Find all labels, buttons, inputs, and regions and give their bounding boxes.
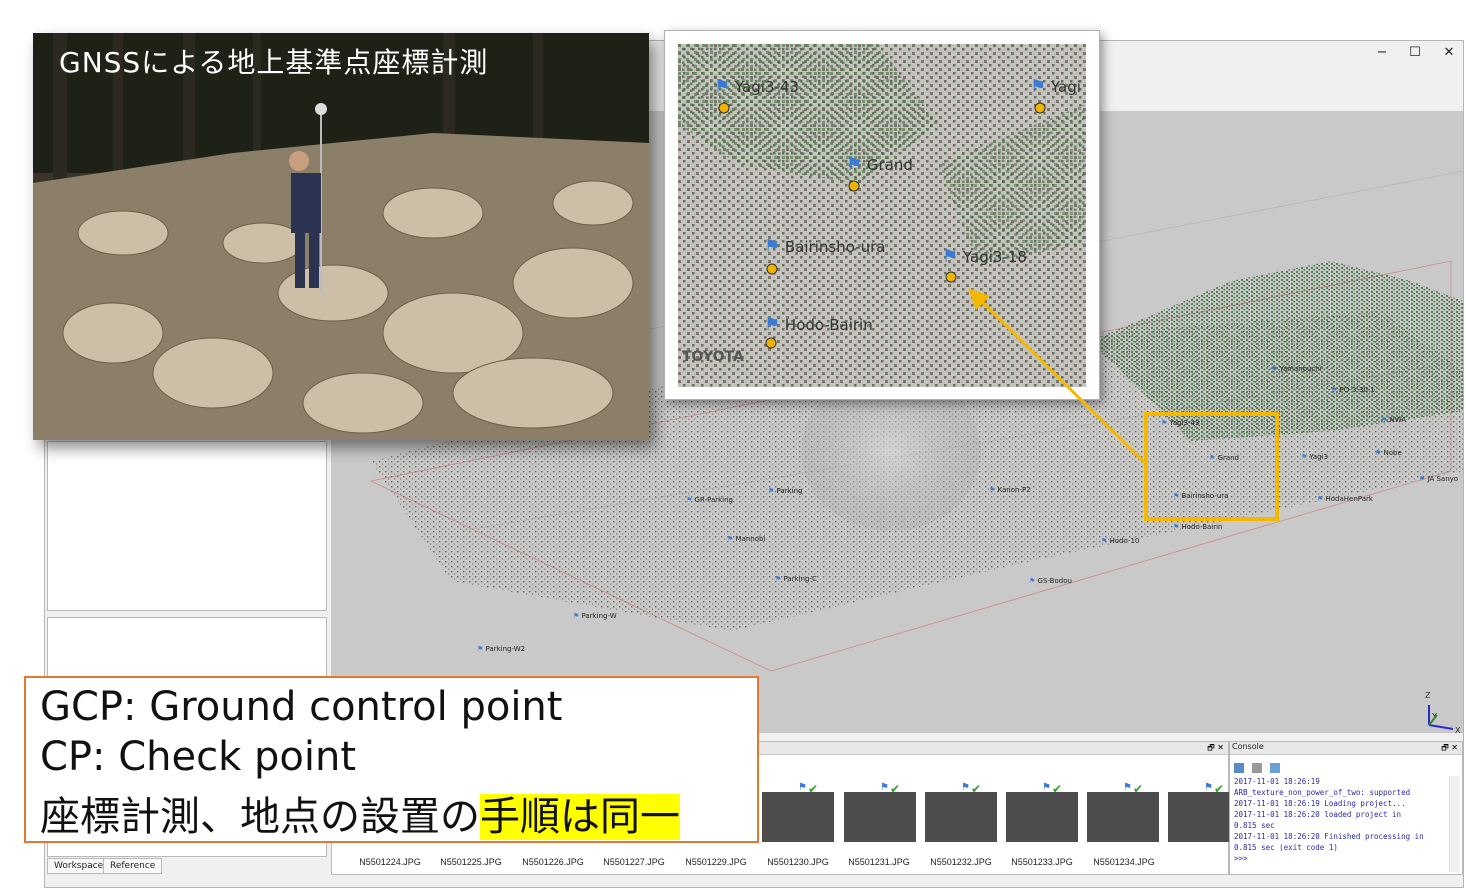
photo-filename[interactable]: N5501224.JPG [350, 857, 430, 867]
check-icon: ✔ [971, 782, 982, 796]
photo-thumbnail[interactable] [844, 792, 916, 842]
flag-icon: ⚑ [573, 612, 580, 620]
console-title: Console [1232, 742, 1264, 751]
flag-icon: ⚑ [775, 575, 782, 583]
photo-thumbnail[interactable] [762, 792, 834, 842]
photo-filename[interactable]: N5501226.JPG [513, 857, 593, 867]
flag-icon: ⚑ [1317, 495, 1324, 503]
cp-definition: CP: Check point [40, 734, 357, 780]
photo-filename[interactable]: N5501229.JPG [676, 857, 756, 867]
console-line: 2017-11-01 18:26:19 [1234, 777, 1320, 786]
flag-icon: ⚑ [1419, 475, 1426, 483]
run-script-icon[interactable] [1270, 763, 1281, 773]
console-controls[interactable]: 🗗 ✕ [1441, 742, 1458, 756]
procedure-note: 座標計測、地点の設置の手順は同一 [40, 784, 680, 842]
flag-icon: ⚑ [961, 782, 970, 793]
console-line: 2017-11-01 18:26:19 Loading project... [1234, 799, 1406, 808]
gcp-marker[interactable]: ⚑ Mannobi [727, 535, 765, 543]
photo-filename[interactable]: N5501233.JPG [1002, 857, 1082, 867]
check-icon: ✔ [1214, 782, 1225, 796]
gcp-marker[interactable]: ⚑ Parking-W [573, 612, 617, 620]
check-icon: ✔ [808, 782, 819, 796]
photo-thumbnail[interactable] [1087, 792, 1159, 842]
flag-icon: ⚑ [768, 487, 775, 495]
workspace-tree-pane[interactable] [47, 441, 327, 611]
zoom-arrow-icon [968, 288, 1148, 466]
gcp-marker[interactable]: ⚑ Hodo-Bairin [1173, 523, 1223, 531]
photo-filename[interactable]: N5501231.JPG [839, 857, 919, 867]
flag-icon: ⚑ [798, 782, 807, 793]
console-line: >>> [1234, 854, 1248, 863]
flag-icon: ⚑ [1381, 416, 1388, 424]
axis-gizmo-icon [1428, 705, 1454, 730]
zoom-watermark: TOYOTA [682, 349, 744, 365]
gcp-marker[interactable]: ⚑ PO-3-30-1 [1331, 386, 1375, 394]
photos-panel-controls[interactable]: 🗗 ✕ [1207, 742, 1224, 756]
gcp-marker[interactable]: ⚑ Nobe [1375, 449, 1402, 457]
console-toolbar [1234, 758, 1284, 773]
gcp-marker[interactable]: ⚑ Parking [768, 487, 802, 495]
console-line: 0.815 sec (exit code 1) [1234, 843, 1338, 852]
console-scrollbar[interactable] [1449, 776, 1460, 872]
tab-reference[interactable]: Reference [103, 858, 163, 874]
flag-icon: ⚑ [686, 496, 693, 504]
gcp-marker[interactable]: ⚑ Yamanouchi [1271, 365, 1322, 373]
console-line: ARB_texture_non_power_of_two: supported [1234, 788, 1411, 797]
flag-icon: ⚑ [989, 486, 996, 494]
close-button[interactable]: ✕ [1434, 43, 1464, 63]
flag-icon: ⚑ [1331, 386, 1338, 394]
maximize-button[interactable]: ☐ [1400, 43, 1430, 63]
minimize-button[interactable]: − [1367, 43, 1397, 63]
flag-icon: ⚑ [1204, 782, 1213, 793]
console-line: 0.815 sec [1234, 821, 1275, 830]
flag-icon: ⚑ [1029, 577, 1036, 585]
flag-icon: ⚑ [477, 645, 484, 653]
console-panel: Console 🗗 ✕ 2017-11-01 18:26:19 ARB_text… [1229, 741, 1463, 875]
tab-workspace[interactable]: Workspace [47, 858, 111, 874]
gcp-definition: GCP: Ground control point [40, 684, 563, 730]
gcp-marker[interactable]: ⚑ Kanon-P2 [989, 486, 1031, 494]
gcp-marker[interactable]: ⚑ Yagi3 [1301, 453, 1328, 461]
photo-thumbnail[interactable] [1006, 792, 1078, 842]
flag-icon: ⚑ [1042, 782, 1051, 793]
photo-filename[interactable]: N5501225.JPG [431, 857, 511, 867]
flag-icon: ⚑ [727, 535, 734, 543]
copy-icon[interactable] [1252, 763, 1263, 773]
gcp-marker[interactable]: ⚑ JA Sanyo [1419, 475, 1458, 483]
save-icon[interactable] [1234, 763, 1244, 773]
flag-icon: ⚑ [880, 782, 889, 793]
gcp-marker[interactable]: ⚑ GR-Parking [686, 496, 733, 504]
gcp-marker[interactable]: ⚑ Parking-W2 [477, 645, 525, 653]
console-line: 2017-11-01 18:26:20 loaded project in [1234, 810, 1402, 819]
flag-icon: ⚑ [1173, 523, 1180, 531]
gcp-marker[interactable]: ⚑ Hodo-10 [1101, 537, 1139, 545]
check-icon: ✔ [890, 782, 901, 796]
photo-filename[interactable]: N5501230.JPG [758, 857, 838, 867]
zoom-selection-box [1144, 412, 1279, 521]
check-icon: ✔ [1052, 782, 1063, 796]
gcp-definition-box: GCP: Ground control point CP: Check poin… [24, 676, 759, 843]
flag-icon: ⚑ [1101, 537, 1108, 545]
photo-caption: GNSSによる地上基準点座標計測 [59, 46, 489, 79]
console-line: 2017-11-01 18:26:20 Finished processing … [1234, 832, 1424, 841]
procedure-note-text: 座標計測、地点の設置の [40, 794, 480, 840]
field-survey-photo: GNSSによる地上基準点座標計測 [33, 33, 649, 440]
photo-filename[interactable]: N5501232.JPG [921, 857, 1001, 867]
photo-thumbnail[interactable] [925, 792, 997, 842]
axis-z-label: Z [1425, 691, 1431, 700]
check-icon: ✔ [1133, 782, 1144, 796]
photo-filename[interactable]: N5501234.JPG [1084, 857, 1164, 867]
flag-icon: ⚑ [1123, 782, 1132, 793]
photo-filename[interactable]: N5501227.JPG [594, 857, 674, 867]
procedure-note-highlight: 手順は同一 [480, 794, 680, 840]
flag-icon: ⚑ [1271, 365, 1278, 373]
gcp-marker[interactable]: ⚑ HodaHenPark [1317, 495, 1373, 503]
console-header: Console 🗗 ✕ [1230, 742, 1462, 755]
gcp-marker[interactable]: ⚑ Parking-C [775, 575, 817, 583]
gcp-marker[interactable]: ⚑ GS-Bodou [1029, 577, 1072, 585]
flag-icon: ⚑ [1301, 453, 1308, 461]
survey-photo-image [33, 33, 649, 440]
gcp-marker[interactable]: ⚑ NWA [1381, 416, 1406, 424]
flag-icon: ⚑ [1375, 449, 1382, 457]
